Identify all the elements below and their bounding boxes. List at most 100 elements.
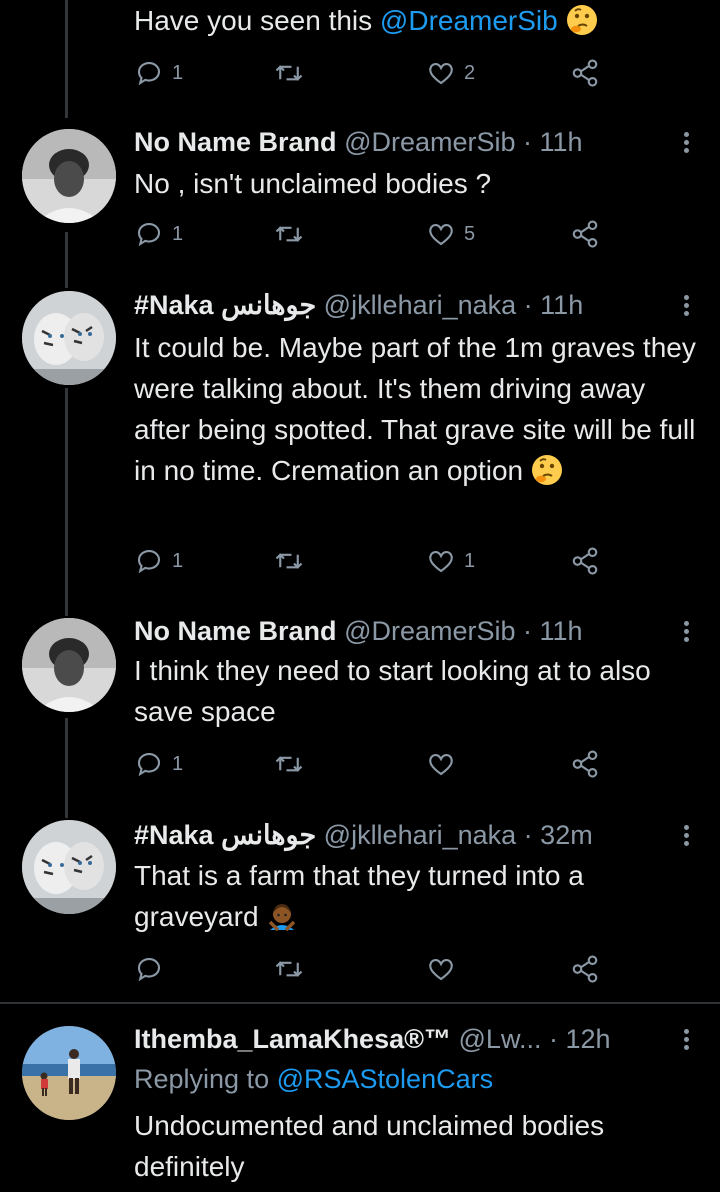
- more-options-icon[interactable]: [682, 618, 690, 645]
- tweet-header: #Naka جوهانس @jkllehari_naka · 32m: [134, 818, 593, 852]
- retweet-button[interactable]: [274, 952, 304, 986]
- reply-count: 1: [172, 222, 184, 245]
- user-handle[interactable]: @jkllehari_naka: [324, 290, 517, 320]
- tweet-actions: [134, 952, 604, 986]
- tweet-actions: 1 2: [134, 56, 604, 90]
- display-name[interactable]: #Naka جوهانس: [134, 820, 316, 850]
- reply-icon: [137, 61, 161, 86]
- share-button[interactable]: [570, 56, 600, 90]
- thread-separator: [0, 1002, 720, 1004]
- tweet-actions: 1 1: [134, 544, 604, 578]
- display-name[interactable]: No Name Brand: [134, 127, 337, 157]
- like-button[interactable]: [426, 952, 456, 986]
- reply-button[interactable]: [134, 952, 164, 986]
- share-icon: [572, 220, 598, 248]
- like-button[interactable]: 1: [426, 544, 475, 578]
- retweet-icon: [275, 226, 303, 242]
- share-icon: [572, 547, 598, 575]
- tweet[interactable]: No Name Brand @DreamerSib · 11h I think …: [0, 614, 720, 794]
- user-handle[interactable]: @Lw...: [459, 1024, 542, 1054]
- display-name[interactable]: No Name Brand: [134, 616, 337, 646]
- share-icon: [572, 59, 598, 87]
- tweet-text: It could be. Maybe part of the 1m graves…: [134, 332, 696, 486]
- tweet[interactable]: Ithemba_LamaKhesa®™ @Lw... · 12h Replyin…: [0, 1022, 720, 1192]
- tweet-actions: 1: [134, 747, 604, 781]
- avatar[interactable]: [22, 820, 116, 914]
- tweet-text: Have you seen this @DreamerSib: [134, 0, 704, 41]
- separator-dot: ·: [516, 290, 541, 320]
- tweet-header: No Name Brand @DreamerSib · 11h: [134, 614, 583, 648]
- like-button[interactable]: [426, 747, 456, 781]
- retweet-icon: [275, 553, 303, 569]
- avatar[interactable]: [22, 618, 116, 712]
- tweet-header: No Name Brand @DreamerSib · 11h: [134, 125, 583, 159]
- avatar[interactable]: [22, 129, 116, 223]
- timestamp[interactable]: 11h: [540, 127, 583, 157]
- tweet-text: That is a farm that they turned into a g…: [134, 860, 584, 932]
- more-options-icon[interactable]: [682, 1026, 690, 1053]
- tweet[interactable]: No Name Brand @DreamerSib · 11h No , isn…: [0, 125, 720, 255]
- like-count: 1: [464, 549, 476, 572]
- retweet-button[interactable]: [274, 747, 304, 781]
- tweet[interactable]: #Naka جوهانس @jkllehari_naka · 32m That …: [0, 818, 720, 998]
- display-name[interactable]: #Naka جوهانس: [134, 290, 316, 320]
- reply-icon: [137, 549, 161, 574]
- reply-icon: [137, 222, 161, 247]
- heart-icon: [429, 551, 453, 573]
- timestamp[interactable]: 12h: [565, 1024, 610, 1054]
- tweet-text: No , isn't unclaimed bodies ?: [134, 168, 492, 199]
- timestamp[interactable]: 11h: [540, 616, 583, 646]
- retweet-icon: [275, 65, 303, 81]
- reply-icon: [137, 752, 161, 777]
- share-icon: [572, 750, 598, 778]
- reply-button[interactable]: 1: [134, 544, 183, 578]
- share-button[interactable]: [570, 952, 600, 986]
- heart-icon: [429, 63, 453, 85]
- share-icon: [572, 955, 598, 983]
- thinking-face-emoji: [566, 4, 598, 36]
- avatar[interactable]: [22, 1026, 116, 1120]
- share-button[interactable]: [570, 217, 600, 251]
- separator-dot: ·: [515, 616, 540, 646]
- timestamp[interactable]: 32m: [540, 820, 593, 850]
- reply-count: 1: [172, 61, 184, 84]
- separator-dot: ·: [541, 1024, 566, 1054]
- separator-dot: ·: [516, 820, 541, 850]
- display-name[interactable]: Ithemba_LamaKhesa®™: [134, 1024, 451, 1054]
- reply-button[interactable]: 1: [134, 747, 183, 781]
- tweet-text: I think they need to start looking at to…: [134, 655, 651, 727]
- reply-icon: [137, 957, 161, 982]
- heart-icon: [429, 959, 453, 981]
- reply-count: 1: [172, 549, 184, 572]
- tweet[interactable]: #Naka جوهانس @jkllehari_naka · 11h It co…: [0, 288, 720, 588]
- user-handle[interactable]: @DreamerSib: [344, 127, 515, 157]
- tweet-text: Undocumented and unclaimed bodies defini…: [134, 1110, 605, 1182]
- separator-dot: ·: [515, 127, 540, 157]
- retweet-button[interactable]: [274, 217, 304, 251]
- replying-to-handle[interactable]: @RSAStolenCars: [277, 1064, 494, 1094]
- share-button[interactable]: [570, 544, 600, 578]
- more-options-icon[interactable]: [682, 129, 690, 156]
- retweet-button[interactable]: [274, 56, 304, 90]
- avatar[interactable]: [22, 291, 116, 385]
- user-handle[interactable]: @jkllehari_naka: [324, 820, 517, 850]
- tweet-partial[interactable]: Have you seen this @DreamerSib 1 2: [0, 0, 720, 100]
- retweet-button[interactable]: [274, 544, 304, 578]
- share-button[interactable]: [570, 747, 600, 781]
- retweet-icon: [275, 961, 303, 977]
- tweet-header: #Naka جوهانس @jkllehari_naka · 11h: [134, 288, 583, 322]
- heart-icon: [429, 224, 453, 246]
- like-button[interactable]: 2: [426, 56, 475, 90]
- person-gesturing-no-emoji: [266, 900, 298, 932]
- reply-button[interactable]: 1: [134, 56, 183, 90]
- timestamp[interactable]: 11h: [540, 290, 583, 320]
- retweet-icon: [275, 756, 303, 772]
- thinking-face-emoji: [531, 454, 563, 486]
- user-handle[interactable]: @DreamerSib: [344, 616, 515, 646]
- like-button[interactable]: 5: [426, 217, 475, 251]
- reply-button[interactable]: 1: [134, 217, 183, 251]
- tweet-actions: 1 5: [134, 217, 604, 251]
- more-options-icon[interactable]: [682, 292, 690, 319]
- mention-link[interactable]: @DreamerSib: [380, 5, 558, 36]
- more-options-icon[interactable]: [682, 822, 690, 849]
